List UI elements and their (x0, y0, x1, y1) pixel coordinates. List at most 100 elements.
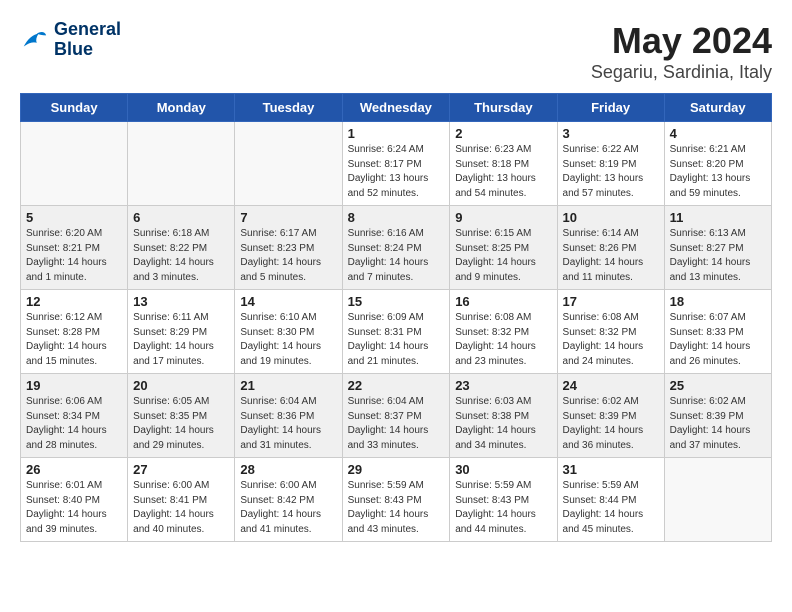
day-info: Sunrise: 6:05 AM Sunset: 8:35 PM Dayligh… (133, 395, 229, 453)
calendar-cell: 25 Sunrise: 6:02 AM Sunset: 8:39 PM Dayli… (664, 374, 771, 458)
calendar-title: May 2024 (591, 20, 772, 62)
calendar-cell (664, 458, 771, 542)
day-number: 18 (670, 294, 766, 309)
day-info: Sunrise: 6:01 AM Sunset: 8:40 PM Dayligh… (26, 479, 122, 537)
day-info: Sunrise: 6:24 AM Sunset: 8:17 PM Dayligh… (348, 143, 445, 201)
day-number: 17 (563, 294, 659, 309)
day-number: 12 (26, 294, 122, 309)
day-info: Sunrise: 5:59 AM Sunset: 8:43 PM Dayligh… (348, 479, 445, 537)
day-info: Sunrise: 6:08 AM Sunset: 8:32 PM Dayligh… (455, 311, 551, 369)
logo-icon (20, 26, 48, 54)
day-number: 21 (240, 378, 336, 393)
calendar-cell: 14 Sunrise: 6:10 AM Sunset: 8:30 PM Dayli… (235, 290, 342, 374)
day-info: Sunrise: 6:04 AM Sunset: 8:37 PM Dayligh… (348, 395, 445, 453)
calendar-week-row: 12Sunrise: 6:12 AM Sunset: 8:28 PM Dayli… (21, 290, 772, 374)
day-info: Sunrise: 5:59 AM Sunset: 8:43 PM Dayligh… (455, 479, 551, 537)
day-of-week-header: Thursday (450, 94, 557, 122)
day-of-week-header: Friday (557, 94, 664, 122)
calendar-cell: 23Sunrise: 6:03 AM Sunset: 8:38 PM Dayli… (450, 374, 557, 458)
day-number: 4 (670, 126, 766, 141)
day-info: Sunrise: 6:15 AM Sunset: 8:25 PM Dayligh… (455, 227, 551, 285)
calendar-cell: 10 Sunrise: 6:14 AM Sunset: 8:26 PM Dayli… (557, 206, 664, 290)
day-number: 9 (455, 210, 551, 225)
day-number: 30 (455, 462, 551, 477)
day-number: 27 (133, 462, 229, 477)
day-info: Sunrise: 6:00 AM Sunset: 8:42 PM Dayligh… (240, 479, 336, 537)
calendar-header: SundayMondayTuesdayWednesdayThursdayFrid… (21, 94, 772, 122)
day-info: Sunrise: 6:03 AM Sunset: 8:38 PM Dayligh… (455, 395, 551, 453)
day-info: Sunrise: 6:07 AM Sunset: 8:33 PM Dayligh… (670, 311, 766, 369)
calendar-cell: 9 Sunrise: 6:15 AM Sunset: 8:25 PM Daylig… (450, 206, 557, 290)
day-of-week-header: Tuesday (235, 94, 342, 122)
day-info: Sunrise: 6:16 AM Sunset: 8:24 PM Dayligh… (348, 227, 445, 285)
calendar-cell: 5Sunrise: 6:20 AM Sunset: 8:21 PM Daylig… (21, 206, 128, 290)
calendar-subtitle: Segariu, Sardinia, Italy (591, 62, 772, 83)
calendar-cell: 21 Sunrise: 6:04 AM Sunset: 8:36 PM Dayli… (235, 374, 342, 458)
day-info: Sunrise: 6:18 AM Sunset: 8:22 PM Dayligh… (133, 227, 229, 285)
day-info: Sunrise: 6:06 AM Sunset: 8:34 PM Dayligh… (26, 395, 122, 453)
calendar-cell: 22 Sunrise: 6:04 AM Sunset: 8:37 PM Dayli… (342, 374, 450, 458)
calendar-cell: 26 Sunrise: 6:01 AM Sunset: 8:40 PM Dayli… (21, 458, 128, 542)
calendar-cell: 1 Sunrise: 6:24 AM Sunset: 8:17 PM Daylig… (342, 122, 450, 206)
day-number: 13 (133, 294, 229, 309)
day-info: Sunrise: 6:23 AM Sunset: 8:18 PM Dayligh… (455, 143, 551, 201)
day-info: Sunrise: 6:02 AM Sunset: 8:39 PM Dayligh… (563, 395, 659, 453)
calendar-cell: 24 Sunrise: 6:02 AM Sunset: 8:39 PM Dayli… (557, 374, 664, 458)
calendar-cell: 18 Sunrise: 6:07 AM Sunset: 8:33 PM Dayli… (664, 290, 771, 374)
calendar-cell (235, 122, 342, 206)
day-number: 8 (348, 210, 445, 225)
calendar-cell: 3Sunrise: 6:22 AM Sunset: 8:19 PM Daylig… (557, 122, 664, 206)
day-info: Sunrise: 6:02 AM Sunset: 8:39 PM Dayligh… (670, 395, 766, 453)
calendar-cell: 2Sunrise: 6:23 AM Sunset: 8:18 PM Daylig… (450, 122, 557, 206)
calendar-cell: 19 Sunrise: 6:06 AM Sunset: 8:34 PM Dayli… (21, 374, 128, 458)
day-number: 7 (240, 210, 336, 225)
day-of-week-header: Monday (128, 94, 235, 122)
day-number: 31 (563, 462, 659, 477)
day-number: 11 (670, 210, 766, 225)
calendar-cell: 13 Sunrise: 6:11 AM Sunset: 8:29 PM Dayli… (128, 290, 235, 374)
day-info: Sunrise: 6:09 AM Sunset: 8:31 PM Dayligh… (348, 311, 445, 369)
calendar-cell (21, 122, 128, 206)
title-block: May 2024 Segariu, Sardinia, Italy (591, 20, 772, 83)
day-number: 26 (26, 462, 122, 477)
day-info: Sunrise: 6:04 AM Sunset: 8:36 PM Dayligh… (240, 395, 336, 453)
calendar-cell: 15Sunrise: 6:09 AM Sunset: 8:31 PM Dayli… (342, 290, 450, 374)
calendar-cell: 30 Sunrise: 5:59 AM Sunset: 8:43 PM Dayli… (450, 458, 557, 542)
day-number: 25 (670, 378, 766, 393)
logo: General Blue (20, 20, 121, 60)
calendar-cell (128, 122, 235, 206)
day-info: Sunrise: 6:17 AM Sunset: 8:23 PM Dayligh… (240, 227, 336, 285)
day-info: Sunrise: 6:22 AM Sunset: 8:19 PM Dayligh… (563, 143, 659, 201)
day-number: 1 (348, 126, 445, 141)
calendar-week-row: 26 Sunrise: 6:01 AM Sunset: 8:40 PM Dayli… (21, 458, 772, 542)
calendar-cell: 11 Sunrise: 6:13 AM Sunset: 8:27 PM Dayli… (664, 206, 771, 290)
logo-text: General Blue (54, 20, 121, 60)
day-info: Sunrise: 6:10 AM Sunset: 8:30 PM Dayligh… (240, 311, 336, 369)
calendar-cell: 17Sunrise: 6:08 AM Sunset: 8:32 PM Dayli… (557, 290, 664, 374)
day-info: Sunrise: 6:21 AM Sunset: 8:20 PM Dayligh… (670, 143, 766, 201)
calendar-cell: 8 Sunrise: 6:16 AM Sunset: 8:24 PM Daylig… (342, 206, 450, 290)
day-info: Sunrise: 6:13 AM Sunset: 8:27 PM Dayligh… (670, 227, 766, 285)
page-header: General Blue May 2024 Segariu, Sardinia,… (20, 20, 772, 83)
calendar-week-row: 5Sunrise: 6:20 AM Sunset: 8:21 PM Daylig… (21, 206, 772, 290)
calendar-cell: 31 Sunrise: 5:59 AM Sunset: 8:44 PM Dayli… (557, 458, 664, 542)
day-info: Sunrise: 5:59 AM Sunset: 8:44 PM Dayligh… (563, 479, 659, 537)
calendar-week-row: 1 Sunrise: 6:24 AM Sunset: 8:17 PM Daylig… (21, 122, 772, 206)
calendar-body: 1 Sunrise: 6:24 AM Sunset: 8:17 PM Daylig… (21, 122, 772, 542)
day-number: 28 (240, 462, 336, 477)
day-number: 19 (26, 378, 122, 393)
day-number: 10 (563, 210, 659, 225)
day-info: Sunrise: 6:14 AM Sunset: 8:26 PM Dayligh… (563, 227, 659, 285)
calendar-cell: 4 Sunrise: 6:21 AM Sunset: 8:20 PM Daylig… (664, 122, 771, 206)
day-number: 16 (455, 294, 551, 309)
days-of-week-row: SundayMondayTuesdayWednesdayThursdayFrid… (21, 94, 772, 122)
day-of-week-header: Wednesday (342, 94, 450, 122)
day-info: Sunrise: 6:11 AM Sunset: 8:29 PM Dayligh… (133, 311, 229, 369)
day-number: 22 (348, 378, 445, 393)
day-number: 14 (240, 294, 336, 309)
calendar-table: SundayMondayTuesdayWednesdayThursdayFrid… (20, 93, 772, 542)
calendar-cell: 27Sunrise: 6:00 AM Sunset: 8:41 PM Dayli… (128, 458, 235, 542)
calendar-cell: 16 Sunrise: 6:08 AM Sunset: 8:32 PM Dayli… (450, 290, 557, 374)
calendar-cell: 29Sunrise: 5:59 AM Sunset: 8:43 PM Dayli… (342, 458, 450, 542)
day-number: 24 (563, 378, 659, 393)
